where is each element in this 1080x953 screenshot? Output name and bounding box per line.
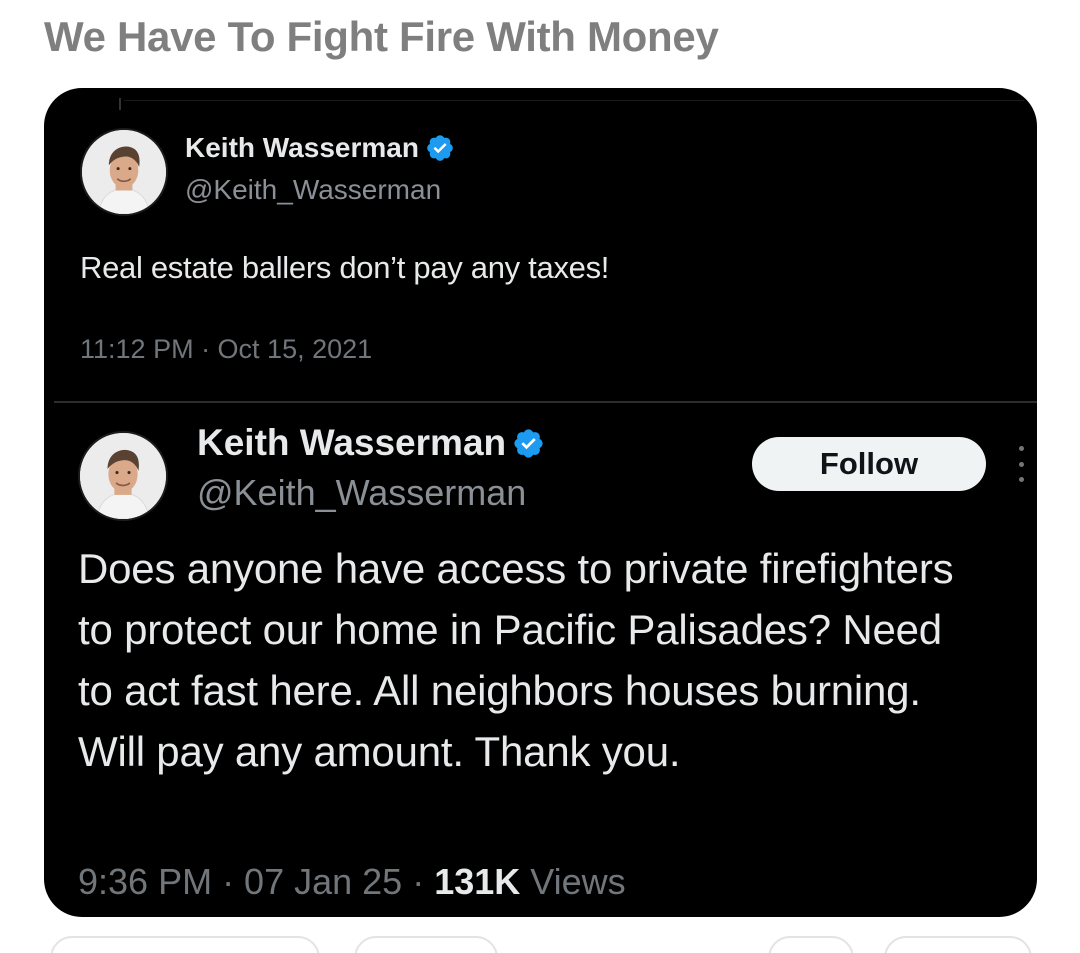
tweet-text: Does anyone have access to private firef…	[78, 545, 954, 775]
tweet-timestamp[interactable]: 9:36 PM · 07 Jan 25 · 131K Views	[78, 861, 626, 903]
avatar[interactable]	[78, 431, 168, 521]
action-pill-row	[0, 936, 1080, 953]
tweet-time-date[interactable]: 9:36 PM · 07 Jan 25 ·	[78, 861, 434, 902]
action-pill[interactable]	[884, 936, 1032, 953]
author-handle[interactable]: @Keith_Wasserman	[197, 472, 526, 514]
action-pill[interactable]	[50, 936, 320, 953]
author-name-row[interactable]: Keith Wasserman	[197, 422, 545, 464]
thread-line	[124, 100, 1024, 101]
author-name[interactable]: Keith Wasserman	[185, 132, 419, 164]
divider	[54, 401, 1037, 403]
more-vertical-icon[interactable]	[1014, 446, 1028, 482]
tweet-timestamp[interactable]: 11:12 PM · Oct 15, 2021	[80, 334, 372, 365]
author-name[interactable]: Keith Wasserman	[197, 422, 506, 464]
post-title: We Have To Fight Fire With Money	[44, 13, 719, 60]
author-name-row[interactable]: Keith Wasserman	[185, 132, 455, 164]
verified-badge-icon	[512, 427, 545, 460]
tweet-text: Real estate ballers don’t pay any taxes!	[80, 250, 610, 285]
avatar-photo	[82, 130, 166, 214]
verified-badge-icon	[425, 133, 455, 163]
author-handle[interactable]: @Keith_Wasserman	[185, 174, 441, 206]
avatar-photo	[80, 433, 166, 519]
action-pill[interactable]	[768, 936, 854, 953]
views-label: Views	[520, 861, 626, 902]
follow-button[interactable]: Follow	[752, 437, 986, 491]
avatar[interactable]	[80, 128, 168, 216]
action-pill[interactable]	[354, 936, 498, 953]
tweet-screenshot: Keith Wasserman @Keith_Wasserman Real es…	[44, 88, 1037, 917]
thread-connector	[119, 98, 121, 110]
views-count: 131K	[434, 861, 521, 902]
